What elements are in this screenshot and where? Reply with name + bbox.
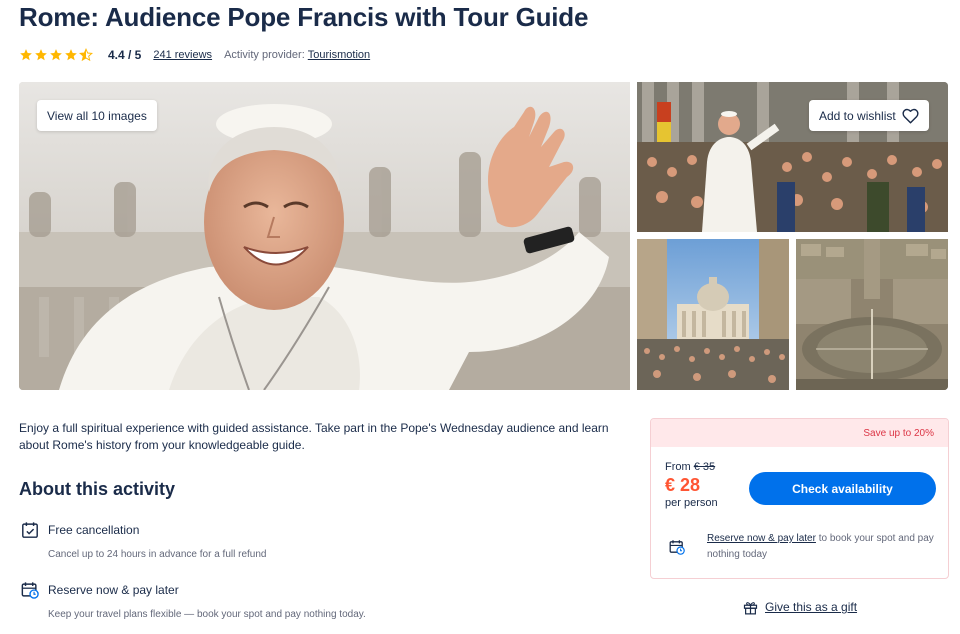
- page-title: Rome: Audience Pope Francis with Tour Gu…: [19, 2, 589, 32]
- price-from: From € 35: [665, 461, 718, 473]
- gallery-image-square[interactable]: [796, 239, 948, 390]
- gallery-image-basilica[interactable]: [637, 239, 789, 390]
- feature-description: Cancel up to 24 hours in advance for a f…: [48, 549, 267, 560]
- gift-link[interactable]: Give this as a gift: [743, 599, 857, 615]
- booking-card: Save up to 20% From € 35 € 28 per person…: [650, 418, 949, 579]
- basilica-photo: [637, 239, 789, 390]
- star-icon: [50, 49, 62, 61]
- about-section-title: About this activity: [19, 479, 176, 499]
- calendar-clock-icon: [21, 582, 39, 599]
- star-icon: [35, 49, 47, 61]
- rating-row: 4.4 / 5 241 reviews Activity provider: T…: [19, 46, 370, 64]
- feature-title: Free cancellation: [48, 523, 140, 537]
- provider-link[interactable]: Tourismotion: [308, 49, 370, 61]
- star-icon: [20, 49, 32, 61]
- square-aerial-photo: [796, 239, 948, 390]
- provider-label: Activity provider:: [224, 49, 305, 61]
- check-availability-button[interactable]: Check availability: [749, 472, 936, 505]
- price-block: From € 35 € 28 per person: [665, 461, 718, 509]
- wishlist-label: Add to wishlist: [819, 108, 896, 123]
- feature-description: Keep your travel plans flexible — book y…: [48, 609, 366, 620]
- reserve-pay-later-info: Reserve now & pay later to book your spo…: [707, 531, 939, 563]
- reserve-pay-later-link[interactable]: Reserve now & pay later: [707, 533, 816, 544]
- calendar-clock-icon: [669, 540, 685, 555]
- from-label: From: [665, 461, 691, 473]
- heart-icon: [902, 108, 919, 123]
- activity-description: Enjoy a full spiritual experience with g…: [19, 421, 609, 452]
- star-rating: [19, 48, 94, 62]
- half-star-icon: [79, 48, 93, 62]
- view-all-images-button[interactable]: View all 10 images: [37, 100, 157, 131]
- calendar-check-icon: [22, 522, 38, 538]
- original-price: € 35: [693, 461, 716, 473]
- discounted-price: € 28: [665, 475, 701, 495]
- add-to-wishlist-button[interactable]: Add to wishlist: [809, 100, 929, 131]
- reviews-link[interactable]: 241 reviews: [153, 49, 212, 61]
- gift-label: Give this as a gift: [765, 600, 858, 614]
- star-icon: [65, 49, 77, 61]
- save-banner: Save up to 20%: [651, 419, 948, 447]
- feature-title: Reserve now & pay later: [48, 583, 179, 597]
- rating-value: 4.4 / 5: [108, 48, 142, 62]
- gift-icon: [743, 601, 758, 614]
- per-person-label: per person: [665, 497, 718, 509]
